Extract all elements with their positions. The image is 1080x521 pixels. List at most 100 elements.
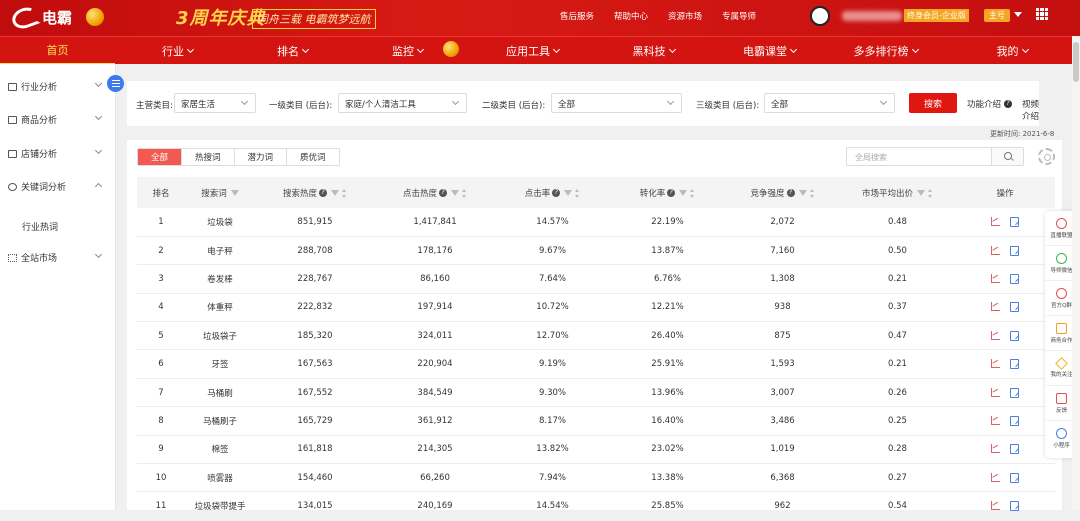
filter-icon: [451, 190, 459, 196]
col-conversion[interactable]: 转化率?: [610, 177, 725, 208]
link-after-sales[interactable]: 售后服务: [560, 10, 594, 22]
level2-label: 二级类目 (后台):: [482, 101, 546, 111]
tab-potential[interactable]: 潜力词: [235, 149, 288, 165]
detail-icon[interactable]: [1010, 359, 1019, 370]
detail-icon[interactable]: [1010, 472, 1019, 483]
nav-tools[interactable]: 应用工具: [475, 37, 590, 65]
trend-chart-icon[interactable]: [991, 415, 1000, 425]
link-help-center[interactable]: 帮助中心: [614, 10, 648, 22]
settings-gear-icon[interactable]: [1038, 148, 1055, 165]
function-intro-link[interactable]: 功能介绍?: [967, 98, 1013, 110]
sidebar-item-market[interactable]: 全站市场: [8, 251, 57, 264]
tab-all[interactable]: 全部: [138, 149, 183, 165]
nav-mine[interactable]: 我的: [962, 37, 1062, 65]
table-cell[interactable]: 马桶刷: [185, 378, 255, 406]
table-cell-actions: [955, 407, 1055, 435]
tab-quality[interactable]: 质优词: [287, 149, 339, 165]
nav-industry[interactable]: 行业: [120, 37, 235, 65]
logo[interactable]: 电霸: [9, 3, 72, 32]
col-keyword[interactable]: 搜索词: [185, 177, 255, 208]
table-cell[interactable]: 牙签: [185, 350, 255, 378]
detail-icon[interactable]: [1010, 216, 1019, 227]
trend-chart-icon[interactable]: [991, 216, 1000, 226]
account-switch[interactable]: 主号: [984, 9, 1010, 22]
table-cell[interactable]: 体重秤: [185, 293, 255, 321]
col-avg-bid[interactable]: 市场平均出价: [840, 177, 955, 208]
trend-chart-icon[interactable]: [991, 302, 1000, 312]
sidebar-item-product-analysis[interactable]: 商品分析: [8, 113, 57, 126]
nav-rank-list[interactable]: 多多排行榜: [828, 37, 943, 65]
detail-icon[interactable]: [1010, 387, 1019, 398]
table-cell-actions: [955, 350, 1055, 378]
sidebar-subitem-hot-words[interactable]: 行业热词: [22, 220, 58, 233]
trend-chart-icon[interactable]: [991, 359, 1000, 369]
table-cell[interactable]: 马桶刷子: [185, 407, 255, 435]
chevron-down-icon[interactable]: [94, 79, 103, 88]
chevron-down-icon[interactable]: [94, 146, 103, 155]
detail-icon[interactable]: [1010, 273, 1019, 284]
nav-home[interactable]: 首页: [0, 37, 115, 65]
table-cell[interactable]: 垃圾袋子: [185, 322, 255, 350]
keyword-table: 排名 搜索词 搜索热度? 点击热度? 点击率? 转化率? 竞争强度? 市场平均出…: [137, 177, 1055, 521]
col-competition[interactable]: 竞争强度?: [725, 177, 840, 208]
search-icon[interactable]: [991, 148, 1023, 165]
main-category-select[interactable]: 家居生活: [174, 93, 256, 113]
table-cell[interactable]: 电子秤: [185, 236, 255, 264]
link-resource-market[interactable]: 资源市场: [668, 10, 702, 22]
col-ctr[interactable]: 点击率?: [495, 177, 610, 208]
shop-icon: [8, 149, 17, 158]
chevron-down-icon[interactable]: [94, 250, 103, 259]
sidebar-item-industry-analysis[interactable]: 行业分析: [8, 80, 57, 93]
chevron-down-icon[interactable]: [94, 112, 103, 121]
table-cell[interactable]: 棉签: [185, 435, 255, 463]
nav-classroom[interactable]: 电霸课堂: [712, 37, 827, 65]
level3-select[interactable]: 全部: [764, 93, 895, 113]
trend-chart-icon[interactable]: [991, 245, 1000, 255]
table-cell: 6,368: [770, 472, 795, 483]
table-cell: 10: [155, 472, 167, 483]
sort-icon: [342, 188, 347, 198]
table-cell: 13.96%: [651, 387, 684, 398]
menu-toggle-icon[interactable]: [107, 75, 124, 92]
level1-select[interactable]: 家庭/个人清洁工具: [338, 93, 467, 113]
apps-grid-icon[interactable]: [1036, 8, 1048, 20]
trend-chart-icon[interactable]: [991, 501, 1000, 511]
detail-icon[interactable]: [1010, 330, 1019, 341]
trend-chart-icon[interactable]: [991, 444, 1000, 454]
level2-select[interactable]: 全部: [551, 93, 682, 113]
col-click-heat[interactable]: 点击热度?: [375, 177, 495, 208]
detail-icon[interactable]: [1010, 444, 1019, 455]
chevron-down-icon[interactable]: [1014, 12, 1022, 17]
nav-ranking[interactable]: 排名: [235, 37, 350, 65]
page-scrollbar[interactable]: [1072, 36, 1080, 510]
search-button[interactable]: 搜索: [909, 93, 957, 113]
detail-icon[interactable]: [1010, 245, 1019, 256]
sidebar-item-shop-analysis[interactable]: 店铺分析: [8, 147, 57, 160]
detail-icon[interactable]: [1010, 302, 1019, 313]
table-cell[interactable]: 垃圾袋带提手: [185, 492, 255, 520]
nav-black-tech[interactable]: 黑科技: [596, 37, 711, 65]
table-cell: 5: [158, 330, 164, 341]
video-intro-link[interactable]: 视频介绍: [1022, 98, 1039, 122]
filter-icon: [917, 190, 925, 196]
link-mentor[interactable]: 专属导师: [722, 10, 756, 22]
table-cell-actions: [955, 208, 1055, 236]
chevron-down-icon: [240, 97, 249, 106]
trend-chart-icon[interactable]: [991, 273, 1000, 283]
table-cell[interactable]: 垃圾袋: [185, 208, 255, 236]
chevron-down-icon: [668, 45, 676, 54]
tab-hot-search[interactable]: 热搜词: [182, 149, 235, 165]
col-actions: 操作: [996, 188, 1014, 199]
global-search-input[interactable]: 全局搜索: [846, 147, 1024, 166]
trend-chart-icon[interactable]: [991, 472, 1000, 482]
sort-icon: [690, 188, 695, 198]
table-cell[interactable]: 喷雾器: [185, 464, 255, 492]
chevron-up-icon[interactable]: [94, 182, 103, 191]
sidebar-item-keyword-analysis[interactable]: 关键词分析: [8, 180, 66, 193]
trend-chart-icon[interactable]: [991, 330, 1000, 340]
table-cell[interactable]: 卷发棒: [185, 265, 255, 293]
trend-chart-icon[interactable]: [991, 387, 1000, 397]
detail-icon[interactable]: [1010, 415, 1019, 426]
avatar[interactable]: [810, 6, 830, 26]
col-search-heat[interactable]: 搜索热度?: [255, 177, 375, 208]
